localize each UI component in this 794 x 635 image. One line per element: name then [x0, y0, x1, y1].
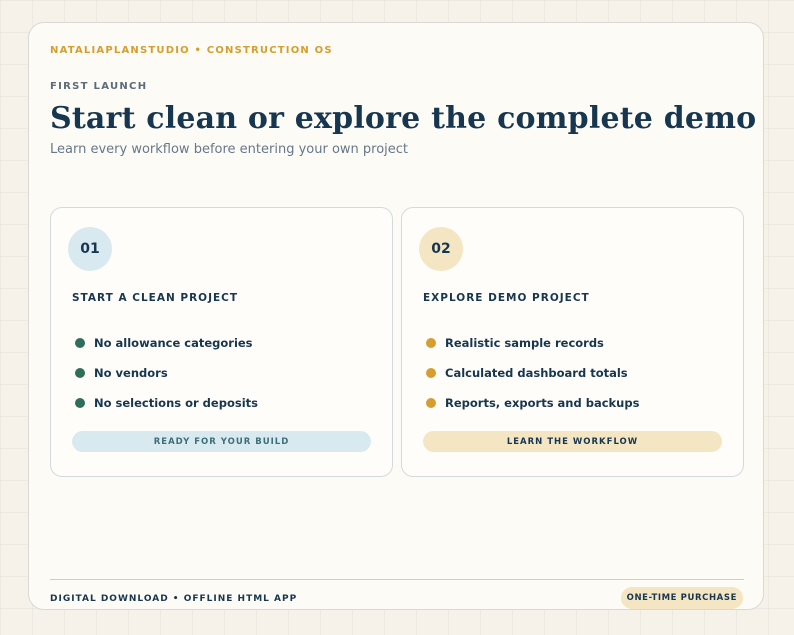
bullet-dot-icon	[75, 338, 85, 348]
list-item-label: No vendors	[94, 366, 168, 380]
step-number-badge: 02	[419, 227, 463, 271]
list-item: No selections or deposits	[75, 388, 258, 418]
clean-project-card[interactable]: 01 START A CLEAN PROJECT No allowance ca…	[50, 207, 393, 477]
list-item: Realistic sample records	[426, 328, 639, 358]
bullet-dot-icon	[426, 398, 436, 408]
list-item-label: No selections or deposits	[94, 396, 258, 410]
list-item: Reports, exports and backups	[426, 388, 639, 418]
page-subtitle: Learn every workflow before entering you…	[50, 142, 409, 157]
list-item-label: Realistic sample records	[445, 336, 604, 350]
ready-for-build-button[interactable]: READY FOR YOUR BUILD	[72, 431, 371, 452]
list-item: No allowance categories	[75, 328, 258, 358]
launch-panel: NATALIAPLANSTUDIO • CONSTRUCTION OS FIRS…	[28, 22, 764, 610]
footer-label: DIGITAL DOWNLOAD • OFFLINE HTML APP	[50, 594, 298, 604]
card-title: EXPLORE DEMO PROJECT	[423, 292, 590, 304]
footer-divider	[50, 579, 744, 580]
list-item-label: Reports, exports and backups	[445, 396, 640, 410]
page-title: Start clean or explore the complete demo	[50, 101, 757, 136]
bullet-dot-icon	[426, 368, 436, 378]
bullet-dot-icon	[75, 398, 85, 408]
learn-workflow-button[interactable]: LEARN THE WORKFLOW	[423, 431, 722, 452]
eyebrow-label: FIRST LAUNCH	[50, 81, 148, 92]
bullet-dot-icon	[75, 368, 85, 378]
list-item: Calculated dashboard totals	[426, 358, 639, 388]
list-item-label: Calculated dashboard totals	[445, 366, 628, 380]
feature-list: Realistic sample records Calculated dash…	[426, 328, 639, 418]
purchase-badge: ONE-TIME PURCHASE	[620, 587, 743, 609]
card-title: START A CLEAN PROJECT	[72, 292, 239, 304]
step-number-badge: 01	[68, 227, 112, 271]
list-item: No vendors	[75, 358, 258, 388]
feature-list: No allowance categories No vendors No se…	[75, 328, 258, 418]
brand-label: NATALIAPLANSTUDIO • CONSTRUCTION OS	[50, 45, 333, 56]
list-item-label: No allowance categories	[94, 336, 253, 350]
bullet-dot-icon	[426, 338, 436, 348]
demo-project-card[interactable]: 02 EXPLORE DEMO PROJECT Realistic sample…	[401, 207, 744, 477]
